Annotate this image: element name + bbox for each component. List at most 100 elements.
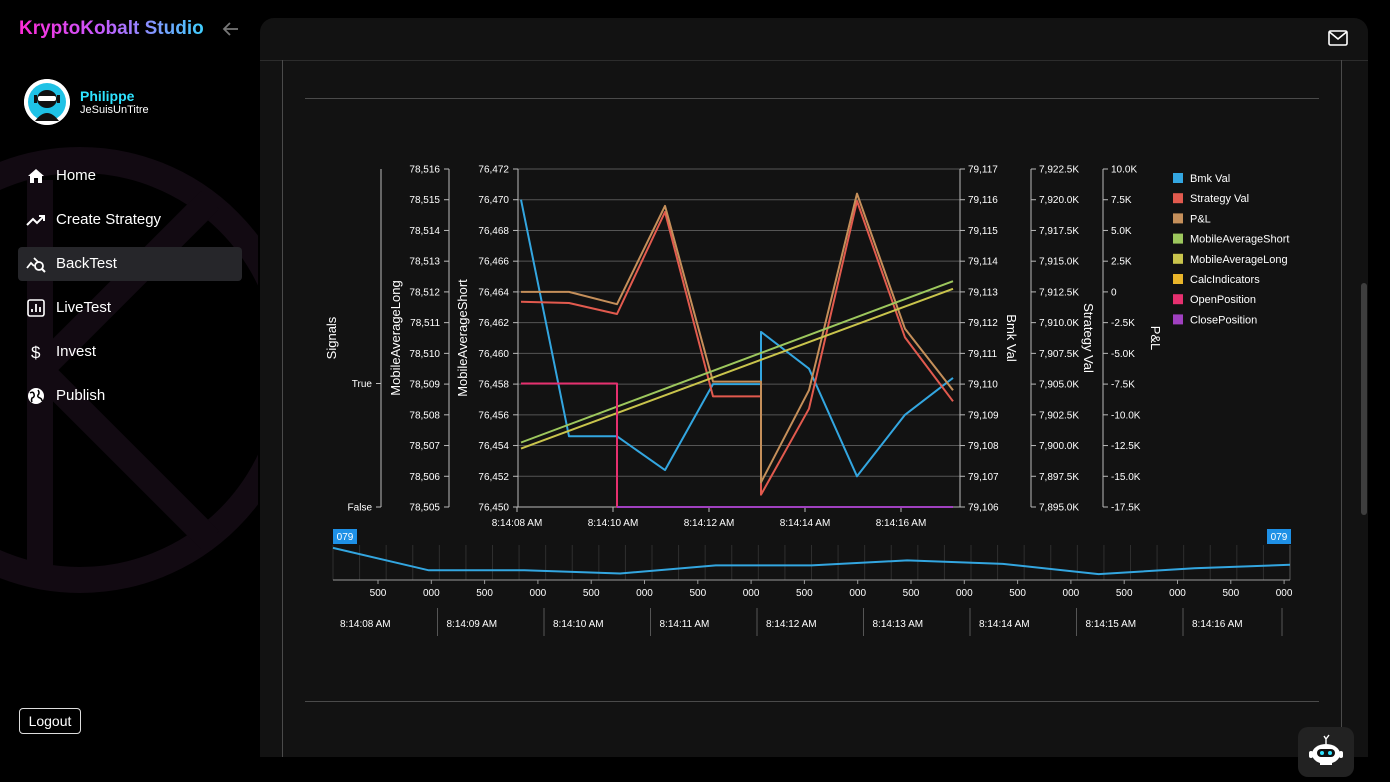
- tick-label: 76,462: [478, 318, 509, 329]
- tick-label: 79,114: [968, 257, 998, 268]
- series-p-l: [521, 192, 954, 484]
- tick-label: 7,897.5K: [1039, 472, 1079, 483]
- tick-label: 7,900.0K: [1039, 441, 1079, 452]
- legend-item-mobileaverageshort: MobileAverageShort: [1173, 233, 1289, 246]
- brush-time-label: 8:14:14 AM: [979, 619, 1030, 630]
- tick-label: 7,920.0K: [1039, 195, 1079, 206]
- brush-tick-label: 000: [1063, 588, 1080, 599]
- tick-label: 79,109: [968, 410, 999, 421]
- legend-item-mobileaveragelong: MobileAverageLong: [1173, 254, 1288, 266]
- series-mobileaverageshort: [520, 280, 954, 444]
- legend-label: MobileAverageShort: [1190, 234, 1289, 246]
- tick-label: 7.5K: [1111, 195, 1132, 206]
- tick-label: -10.0K: [1111, 410, 1141, 421]
- tick-label: 2.5K: [1111, 257, 1132, 268]
- legend-label: Bmk Val: [1190, 173, 1230, 185]
- axis-title-signals: Signals: [324, 316, 339, 359]
- tick-label: 78,516: [409, 165, 440, 176]
- tick-label: 7,907.5K: [1039, 349, 1079, 360]
- brush-tick-label: 500: [796, 588, 813, 599]
- brush-tick-label: 500: [583, 588, 600, 599]
- x-tick-label: 8:14:08 AM: [492, 518, 543, 529]
- tick-label: 76,460: [478, 349, 509, 360]
- brush-tick-label: 000: [743, 588, 760, 599]
- brush-tick-label: 500: [1222, 588, 1239, 599]
- tick-label: 79,110: [968, 380, 998, 391]
- tick-label: 79,116: [968, 195, 998, 206]
- brush-tick-label: 500: [1116, 588, 1133, 599]
- tick-label: 10.0K: [1111, 165, 1137, 176]
- axis-title-pnl: P&L: [1148, 326, 1163, 351]
- brush-tick-label: 500: [1009, 588, 1026, 599]
- tick-label: 79,107: [968, 472, 999, 483]
- tick-label: 79,106: [968, 503, 999, 514]
- tick-label: 7,915.0K: [1039, 257, 1079, 268]
- tick-label: 79,111: [968, 349, 998, 360]
- brush-tick-label: 000: [849, 588, 866, 599]
- brush-time-label: 8:14:08 AM: [340, 619, 391, 630]
- legend-label: P&L: [1190, 213, 1211, 225]
- legend-label: CalcIndicators: [1190, 274, 1260, 286]
- brush-tick-label: 000: [1276, 588, 1293, 599]
- legend-item-strategy-val: Strategy Val: [1173, 193, 1249, 205]
- tick-label: 5.0K: [1111, 226, 1132, 237]
- brush-start-handle[interactable]: 079: [333, 529, 357, 544]
- tick-label: 76,450: [478, 503, 509, 514]
- tick-label: 0: [1111, 287, 1117, 298]
- tick-label: 79,113: [968, 287, 998, 298]
- tick-label: 76,468: [478, 226, 509, 237]
- axis-title-bmk: Bmk Val: [1004, 314, 1019, 362]
- brush-tick-label: 000: [636, 588, 653, 599]
- tick-label: 7,917.5K: [1039, 226, 1079, 237]
- brush-tick-label: 500: [476, 588, 493, 599]
- tick-label: 78,514: [409, 226, 440, 237]
- tick-label: 76,454: [478, 441, 509, 452]
- tick-label: 76,452: [478, 472, 509, 483]
- brush-tick-label: 000: [956, 588, 973, 599]
- legend-swatch: [1173, 193, 1183, 204]
- x-tick-label: 8:14:14 AM: [780, 518, 831, 529]
- brush-time-label: 8:14:09 AM: [447, 619, 498, 630]
- tick-label: 79,112: [968, 318, 998, 329]
- brush-tick-label: 500: [903, 588, 920, 599]
- legend-item-calcindicators: CalcIndicators: [1173, 274, 1260, 286]
- brush-tick-label: 500: [689, 588, 706, 599]
- legend-swatch: [1173, 233, 1183, 244]
- tick-label: 7,912.5K: [1039, 287, 1079, 298]
- tick-label: -15.0K: [1111, 472, 1141, 483]
- tick-label: 78,512: [409, 287, 440, 298]
- tick-label: 76,466: [478, 257, 509, 268]
- brush-handle-label: 079: [337, 532, 354, 543]
- legend-swatch: [1173, 314, 1183, 325]
- legend-label: Strategy Val: [1190, 193, 1249, 205]
- legend-swatch: [1173, 213, 1183, 224]
- series-bmk-val: [520, 199, 954, 478]
- tick-label: 76,472: [478, 165, 509, 176]
- tick-label: 76,458: [478, 380, 509, 391]
- legend-item-p-l: P&L: [1173, 213, 1211, 225]
- legend-item-bmk-val: Bmk Val: [1173, 173, 1230, 185]
- tick-label: 79,115: [968, 226, 998, 237]
- tick-label: 78,510: [409, 349, 440, 360]
- tick-label: 79,108: [968, 441, 999, 452]
- x-tick-label: 8:14:12 AM: [684, 518, 735, 529]
- brush-tick-label: 000: [1169, 588, 1186, 599]
- legend-label: ClosePosition: [1190, 314, 1257, 326]
- brush-time-label: 8:14:12 AM: [766, 619, 817, 630]
- brush-time-label: 8:14:10 AM: [553, 619, 604, 630]
- brush-end-handle[interactable]: 079: [1267, 529, 1291, 544]
- legend-swatch: [1173, 274, 1183, 284]
- legend-label: OpenPosition: [1190, 294, 1256, 306]
- tick-label: True: [352, 379, 373, 390]
- brush-handle-label: 079: [1271, 532, 1288, 543]
- tick-label: 78,505: [409, 503, 440, 514]
- axis-title-strategy: Strategy Val: [1081, 303, 1096, 373]
- series-mobileaveragelong: [520, 287, 954, 450]
- tick-label: 79,117: [968, 165, 998, 176]
- tick-label: -2.5K: [1111, 318, 1135, 329]
- axis-title-mal: MobileAverageLong: [388, 280, 403, 395]
- x-tick-label: 8:14:16 AM: [876, 518, 927, 529]
- legend-label: MobileAverageLong: [1190, 254, 1288, 266]
- tick-label: 78,506: [409, 472, 440, 483]
- tick-label: 7,902.5K: [1039, 410, 1079, 421]
